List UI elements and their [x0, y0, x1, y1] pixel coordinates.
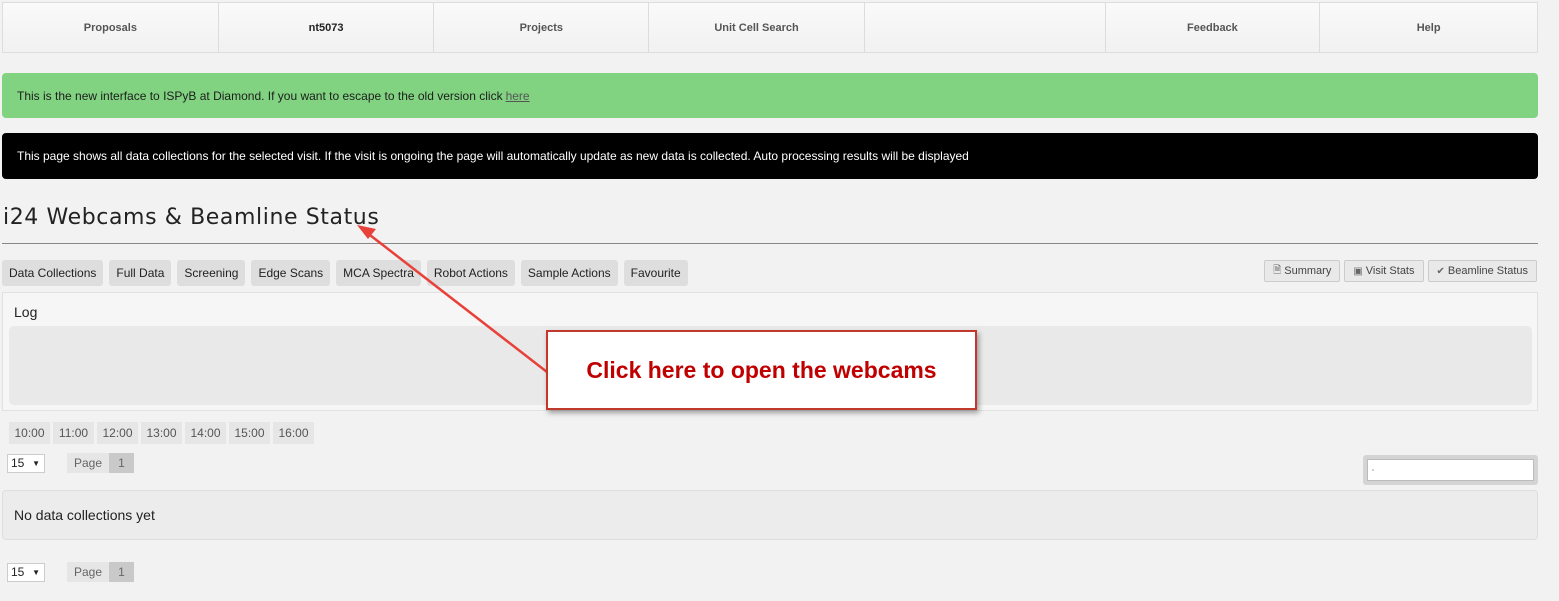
check-icon: ✔	[1436, 265, 1445, 277]
info-banner: This is the new interface to ISPyB at Di…	[2, 73, 1538, 118]
pager-top: 15 ▼ Page 1	[7, 453, 134, 473]
nav-feedback[interactable]: Feedback	[1105, 3, 1321, 52]
search-box	[1363, 455, 1538, 485]
chevron-down-icon: ▼	[32, 567, 40, 577]
per-page-value: 15	[11, 456, 25, 470]
time-button[interactable]: 11:00	[53, 422, 94, 444]
time-button[interactable]: 14:00	[185, 422, 226, 444]
collection-tabs: Data Collections Full Data Screening Edg…	[2, 260, 688, 286]
page-number-button[interactable]: 1	[109, 453, 134, 473]
visit-tools: 🗎 Summary ▣ Visit Stats ✔ Beamline Statu…	[1264, 260, 1537, 282]
page-number-button[interactable]: 1	[109, 562, 134, 582]
search-input[interactable]	[1378, 463, 1533, 477]
annotation-callout: Click here to open the webcams	[546, 330, 977, 410]
visit-stats-label: Visit Stats	[1365, 265, 1415, 277]
tab-robot-actions[interactable]: Robot Actions	[426, 260, 515, 286]
time-button[interactable]: 12:00	[97, 422, 138, 444]
pager-bottom: 15 ▼ Page 1	[7, 562, 134, 582]
beamline-status-button[interactable]: ✔ Beamline Status	[1427, 260, 1537, 282]
tab-sample-actions[interactable]: Sample Actions	[520, 260, 618, 286]
time-button[interactable]: 15:00	[229, 422, 270, 444]
time-button[interactable]: 13:00	[141, 422, 182, 444]
summary-label: Summary	[1284, 265, 1332, 277]
per-page-select[interactable]: 15 ▼	[7, 453, 45, 473]
nav-help[interactable]: Help	[1320, 3, 1537, 52]
document-icon: 🗎	[1273, 264, 1282, 276]
tab-full-data[interactable]: Full Data	[109, 260, 172, 286]
tab-favourite[interactable]: Favourite	[623, 260, 688, 286]
chevron-down-icon: ▼	[32, 458, 40, 468]
tab-screening[interactable]: Screening	[177, 260, 246, 286]
search-icon	[1372, 469, 1374, 471]
per-page-value: 15	[11, 565, 25, 579]
nav-spacer	[864, 3, 1106, 52]
webcams-beamline-status-link[interactable]: i24 Webcams & Beamline Status	[3, 205, 379, 230]
old-version-link[interactable]: here	[506, 89, 530, 103]
tab-mca-spectra[interactable]: MCA Spectra	[336, 260, 421, 286]
callout-text: Click here to open the webcams	[586, 356, 937, 383]
page-label: Page	[67, 453, 109, 473]
visit-stats-button[interactable]: ▣ Visit Stats	[1344, 260, 1424, 282]
tab-data-collections[interactable]: Data Collections	[2, 260, 104, 286]
data-collections-panel: No data collections yet	[2, 490, 1538, 540]
page-label: Page	[67, 562, 109, 582]
image-icon: ▣	[1353, 265, 1363, 277]
nav-proposals[interactable]: Proposals	[3, 3, 219, 52]
search-field	[1367, 459, 1534, 481]
page-description-text: This page shows all data collections for…	[17, 149, 969, 163]
nav-projects[interactable]: Projects	[434, 3, 650, 52]
info-banner-text: This is the new interface to ISPyB at Di…	[17, 88, 503, 103]
nav-unit-cell-search[interactable]: Unit Cell Search	[649, 3, 865, 52]
per-page-select[interactable]: 15 ▼	[7, 562, 45, 582]
nav-proposal-nt5073[interactable]: nt5073	[218, 3, 435, 52]
summary-button[interactable]: 🗎 Summary	[1264, 260, 1341, 282]
time-filter: 10:00 11:00 12:00 13:00 14:00 15:00 16:0…	[9, 422, 314, 444]
title-divider	[2, 243, 1538, 244]
log-title: Log	[14, 304, 38, 320]
time-button[interactable]: 10:00	[9, 422, 50, 444]
top-navigation: Proposals nt5073 Projects Unit Cell Sear…	[2, 2, 1538, 53]
empty-state-text: No data collections yet	[14, 507, 155, 523]
page-description-banner: This page shows all data collections for…	[2, 133, 1538, 179]
beamline-status-label: Beamline Status	[1447, 265, 1528, 277]
time-button[interactable]: 16:00	[273, 422, 314, 444]
tab-edge-scans[interactable]: Edge Scans	[251, 260, 331, 286]
